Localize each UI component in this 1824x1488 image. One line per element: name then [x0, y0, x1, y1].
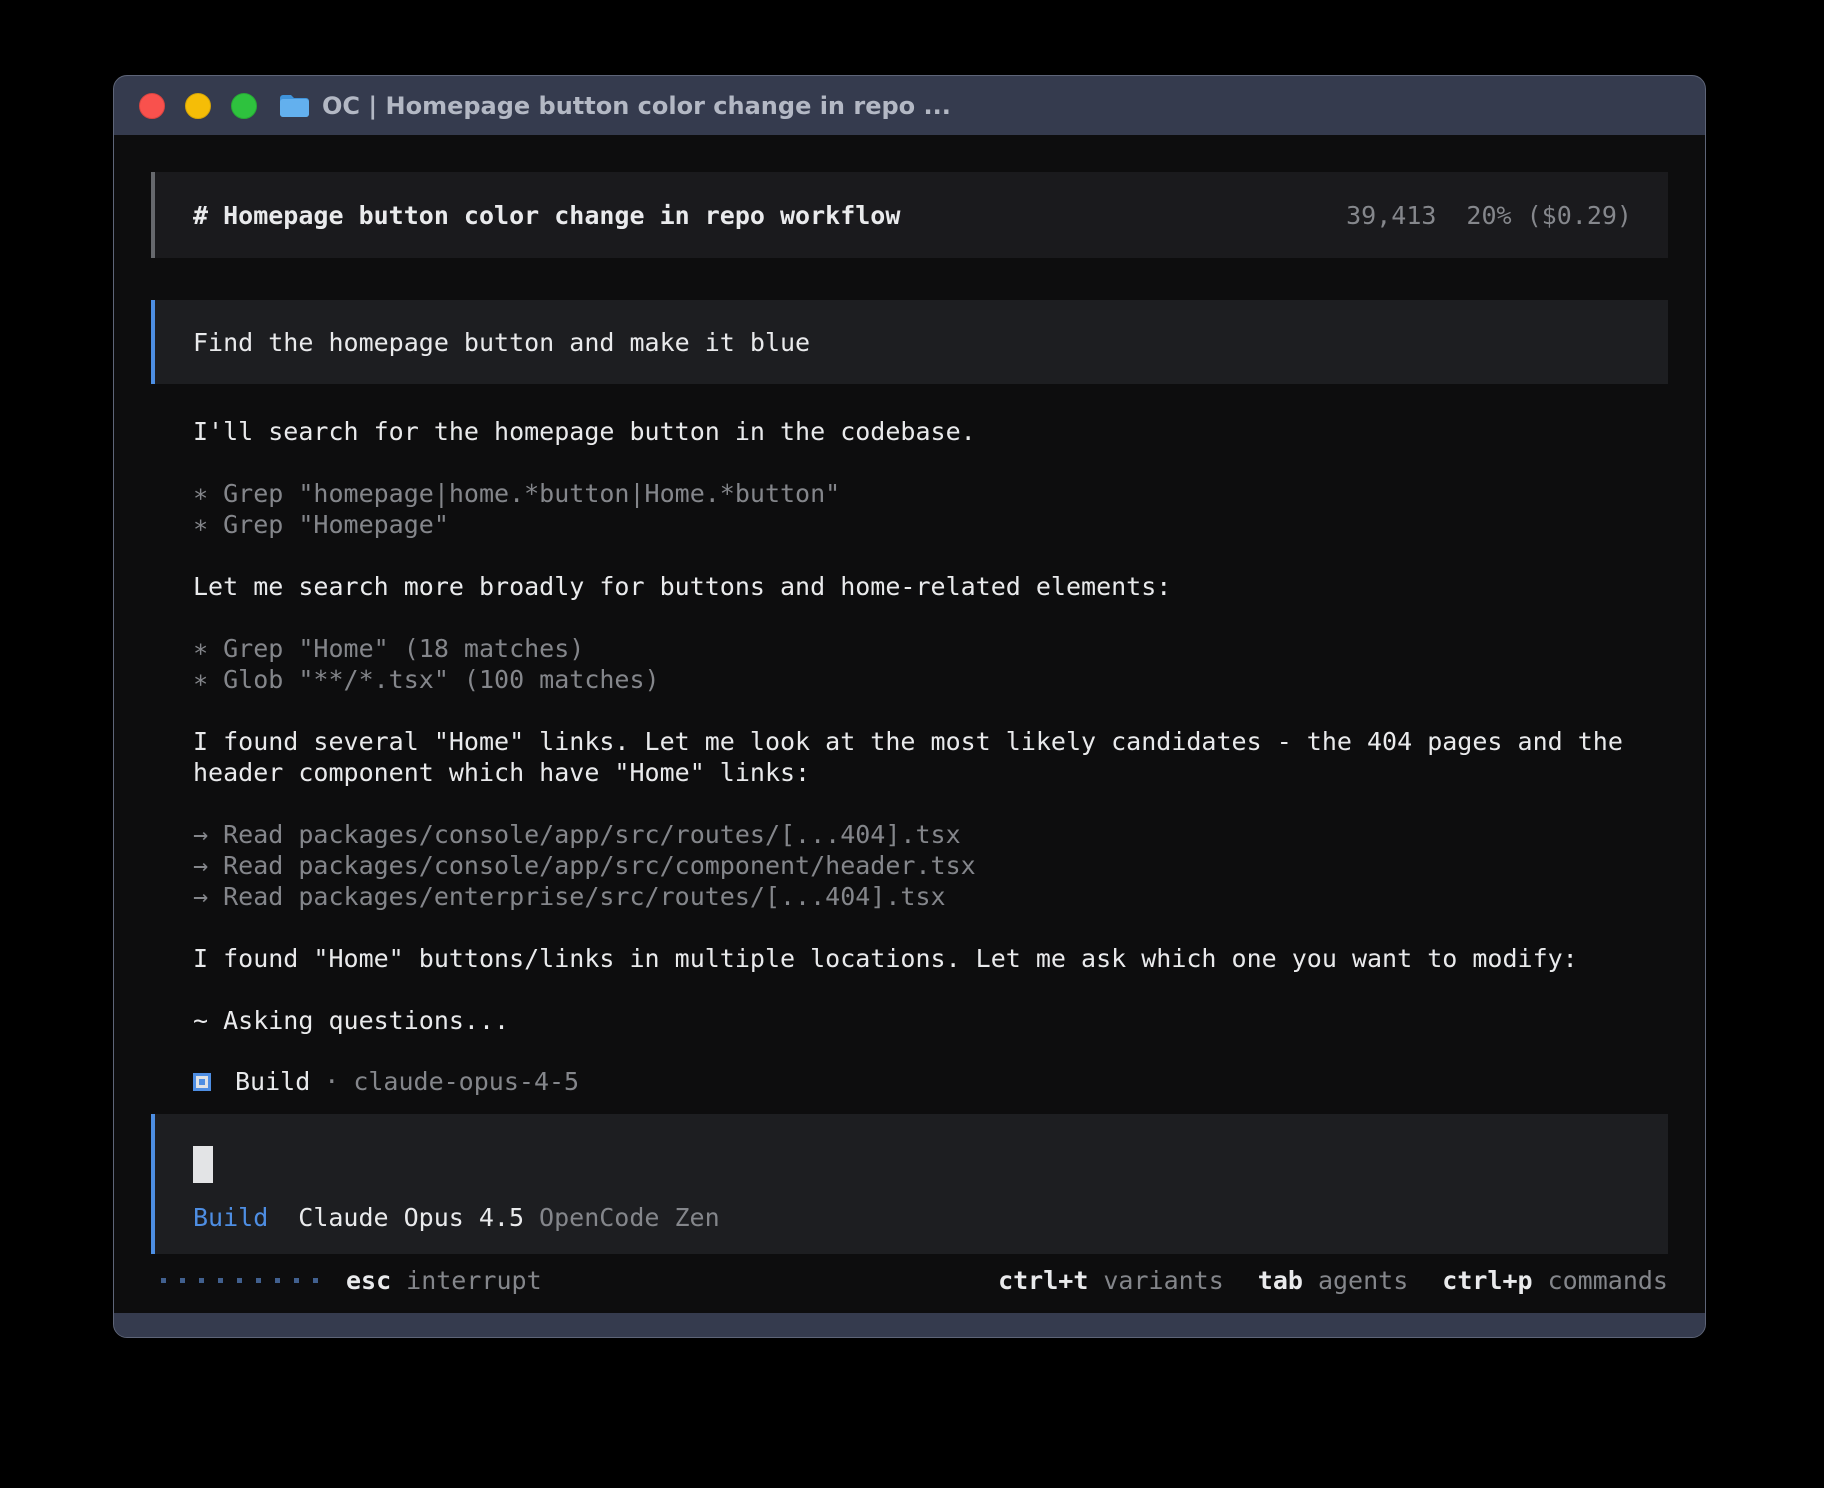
assistant-text: Let me search more broadly for buttons a… — [193, 571, 1668, 602]
prompt-mode: Build — [193, 1203, 268, 1232]
folder-icon — [279, 94, 310, 118]
progress-dots — [161, 1278, 318, 1283]
agent-model: claude-opus-4-5 — [353, 1067, 579, 1096]
separator-dot: · — [324, 1067, 339, 1096]
window-bottom-edge — [114, 1313, 1705, 1337]
prompt-input[interactable]: Build Claude Opus 4.5 OpenCode Zen — [151, 1114, 1668, 1254]
status-bar: esc interrupt ctrl+t variants tab agents… — [151, 1266, 1668, 1295]
session-header: # Homepage button color change in repo w… — [151, 172, 1668, 258]
terminal-content: # Homepage button color change in repo w… — [114, 135, 1705, 1313]
shortcut-label: variants — [1103, 1266, 1223, 1295]
tool-call-grep: ∗ Grep "Homepage" — [193, 509, 1668, 540]
progress-dot — [294, 1278, 299, 1283]
progress-dot — [275, 1278, 280, 1283]
shortcut-key: ctrl+t — [998, 1266, 1088, 1295]
tool-call-grep: ∗ Grep "homepage|home.*button|Home.*butt… — [193, 478, 1668, 509]
token-count: 39,413 — [1346, 201, 1436, 230]
progress-dot — [199, 1278, 204, 1283]
user-message-text: Find the homepage button and make it blu… — [193, 328, 810, 357]
fullscreen-window-button[interactable] — [231, 93, 257, 119]
conversation: I'll search for the homepage button in t… — [151, 416, 1668, 1036]
window-controls — [139, 93, 257, 119]
progress-dot — [237, 1278, 242, 1283]
assistant-text: I'll search for the homepage button in t… — [193, 416, 1668, 447]
tool-call-read: → Read packages/enterprise/src/routes/[.… — [193, 881, 1668, 912]
close-window-button[interactable] — [139, 93, 165, 119]
tool-call-read: → Read packages/console/app/src/routes/[… — [193, 819, 1668, 850]
assistant-text: I found several "Home" links. Let me loo… — [193, 726, 1668, 788]
agent-name: Build — [235, 1067, 310, 1096]
shortcut-hints: ctrl+t variants tab agents ctrl+p comman… — [998, 1266, 1668, 1295]
window-titlebar[interactable]: OC | Homepage button color change in rep… — [114, 76, 1705, 135]
assistant-text: I found "Home" buttons/links in multiple… — [193, 943, 1668, 974]
shortcut-key: esc — [346, 1266, 391, 1295]
shortcut-variants: ctrl+t variants — [998, 1266, 1224, 1295]
tool-call-glob: ∗ Glob "**/*.tsx" (100 matches) — [193, 664, 1668, 695]
shortcut-label: commands — [1548, 1266, 1668, 1295]
shortcut-interrupt: esc interrupt — [346, 1266, 542, 1295]
progress-dot — [256, 1278, 261, 1283]
prompt-provider: OpenCode Zen — [539, 1203, 720, 1232]
progress-dot — [180, 1278, 185, 1283]
shortcut-agents: tab agents — [1258, 1266, 1408, 1295]
agent-build-icon — [193, 1073, 211, 1091]
window-title: OC | Homepage button color change in rep… — [322, 92, 951, 120]
session-meta: 39,413 20% ($0.29) — [1346, 201, 1632, 230]
tool-call-read: → Read packages/console/app/src/componen… — [193, 850, 1668, 881]
user-message: Find the homepage button and make it blu… — [151, 300, 1668, 384]
assistant-status-text: ~ Asking questions... — [193, 1005, 1668, 1036]
shortcut-commands: ctrl+p commands — [1442, 1266, 1668, 1295]
prompt-model: Claude Opus 4.5 — [298, 1203, 524, 1232]
progress-dot — [313, 1278, 318, 1283]
prompt-footer: Build Claude Opus 4.5 OpenCode Zen — [193, 1203, 1630, 1232]
terminal-window: OC | Homepage button color change in rep… — [113, 75, 1706, 1338]
agent-status-row: Build · claude-opus-4-5 — [151, 1067, 1668, 1096]
shortcut-label: interrupt — [406, 1266, 541, 1295]
tool-call-grep: ∗ Grep "Home" (18 matches) — [193, 633, 1668, 664]
progress-dot — [161, 1278, 166, 1283]
context-cost: 20% ($0.29) — [1466, 201, 1632, 230]
text-cursor — [193, 1146, 213, 1183]
shortcut-label: agents — [1318, 1266, 1408, 1295]
minimize-window-button[interactable] — [185, 93, 211, 119]
session-title: # Homepage button color change in repo w… — [193, 201, 900, 230]
shortcut-key: tab — [1258, 1266, 1303, 1295]
progress-dot — [218, 1278, 223, 1283]
shortcut-key: ctrl+p — [1442, 1266, 1532, 1295]
